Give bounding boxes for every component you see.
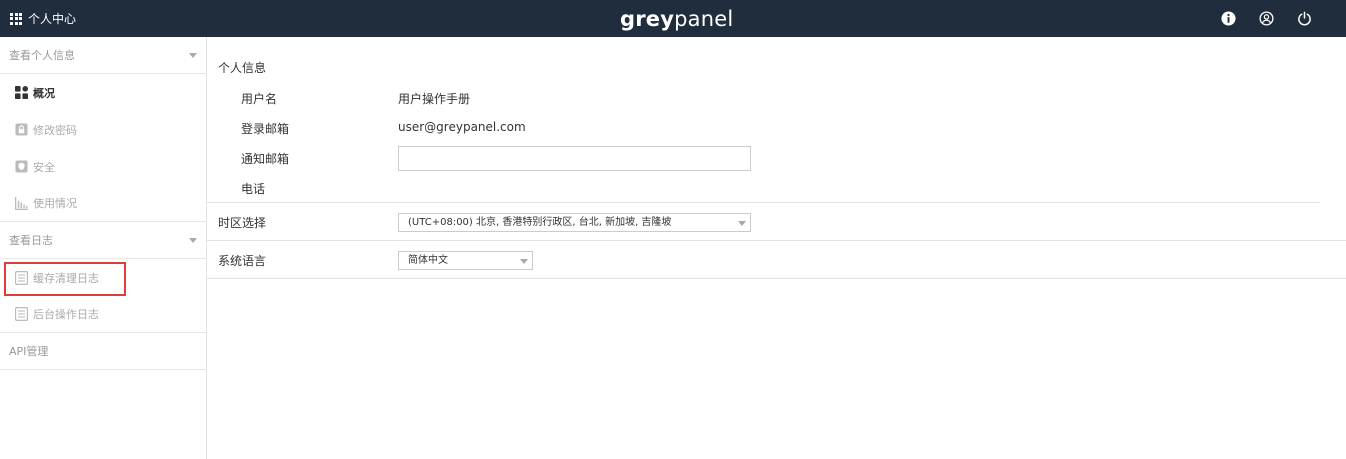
main-content: 个人信息 用户名 用户操作手册 登录邮箱 user@greypanel.com … (207, 37, 1346, 459)
sidebar-item-label: 使用情况 (33, 197, 77, 210)
timezone-label: 时区选择 (218, 216, 267, 230)
sidebar-item-label: 缓存清理日志 (33, 271, 99, 285)
log-icon (14, 307, 28, 321)
top-bar-title: 个人中心 (28, 12, 77, 26)
timezone-select[interactable]: (UTC+08:00) 北京, 香港特别行政区, 台北, 新加坡, 吉隆坡 (398, 213, 751, 232)
greypanel-logo: greypanel (620, 4, 733, 34)
logo-panel-text: panel (674, 7, 734, 31)
sidebar-item-label: 概况 (33, 86, 55, 100)
sidebar-item-label: 后台操作日志 (33, 308, 99, 321)
language-label: 系统语言 (218, 254, 267, 268)
top-bar-actions (1198, 0, 1312, 37)
sidebar-section-label: 查看日志 (9, 234, 53, 247)
sidebar-section-logs[interactable]: 查看日志 (0, 222, 206, 259)
info-icon[interactable] (1221, 11, 1236, 26)
timezone-select-value: (UTC+08:00) 北京, 香港特别行政区, 台北, 新加坡, 吉隆坡 (408, 217, 672, 228)
login-email-label: 登录邮箱 (241, 122, 290, 136)
top-bar: 个人中心 greypanel (0, 0, 1346, 37)
notify-email-field[interactable] (398, 146, 751, 171)
sidebar-section-label: 查看个人信息 (9, 49, 75, 62)
login-email-value: user@greypanel.com (398, 120, 526, 134)
sidebar-item-cache-purge-log[interactable]: 缓存清理日志 (0, 259, 206, 296)
sidebar-item-overview[interactable]: 概况 (0, 74, 206, 111)
app-menu-button[interactable]: 个人中心 (10, 0, 76, 37)
sidebar-item-admin-operation-log[interactable]: 后台操作日志 (0, 296, 206, 333)
sidebar: 查看个人信息 概况 修改密码 安全 使用情况 查看日志 缓存清理日志 后台操作日… (0, 37, 207, 459)
sidebar-section-label: API管理 (9, 345, 49, 358)
divider (207, 202, 1320, 203)
language-select-value: 简体中文 (408, 255, 448, 266)
bar-chart-icon (14, 196, 28, 210)
caret-down-icon (189, 237, 197, 243)
sidebar-item-label: 修改密码 (33, 123, 77, 137)
caret-down-icon (189, 52, 197, 58)
chevron-down-icon (738, 221, 746, 226)
username-value: 用户操作手册 (398, 92, 471, 106)
sidebar-item-label: 安全 (33, 160, 55, 174)
chevron-down-icon (520, 259, 528, 264)
log-icon (14, 270, 28, 285)
sidebar-section-profile[interactable]: 查看个人信息 (0, 37, 206, 74)
apps-grid-icon (10, 12, 22, 25)
username-label: 用户名 (241, 92, 278, 106)
sidebar-item-change-password[interactable]: 修改密码 (0, 111, 206, 148)
shield-icon (14, 160, 28, 174)
logo-grey-text: grey (620, 7, 675, 31)
divider (207, 278, 1346, 279)
sidebar-section-api[interactable]: API管理 (0, 333, 206, 370)
language-select[interactable]: 简体中文 (398, 251, 533, 270)
power-icon[interactable] (1297, 11, 1312, 26)
lock-icon (14, 123, 28, 137)
divider (207, 240, 1346, 241)
sidebar-item-security[interactable]: 安全 (0, 148, 206, 185)
user-circle-icon[interactable] (1259, 11, 1274, 26)
phone-label: 电话 (241, 182, 266, 196)
sidebar-item-usage[interactable]: 使用情况 (0, 185, 206, 222)
dashboard-icon (14, 86, 28, 100)
notify-email-label: 通知邮箱 (241, 152, 290, 166)
section-title: 个人信息 (218, 61, 267, 75)
